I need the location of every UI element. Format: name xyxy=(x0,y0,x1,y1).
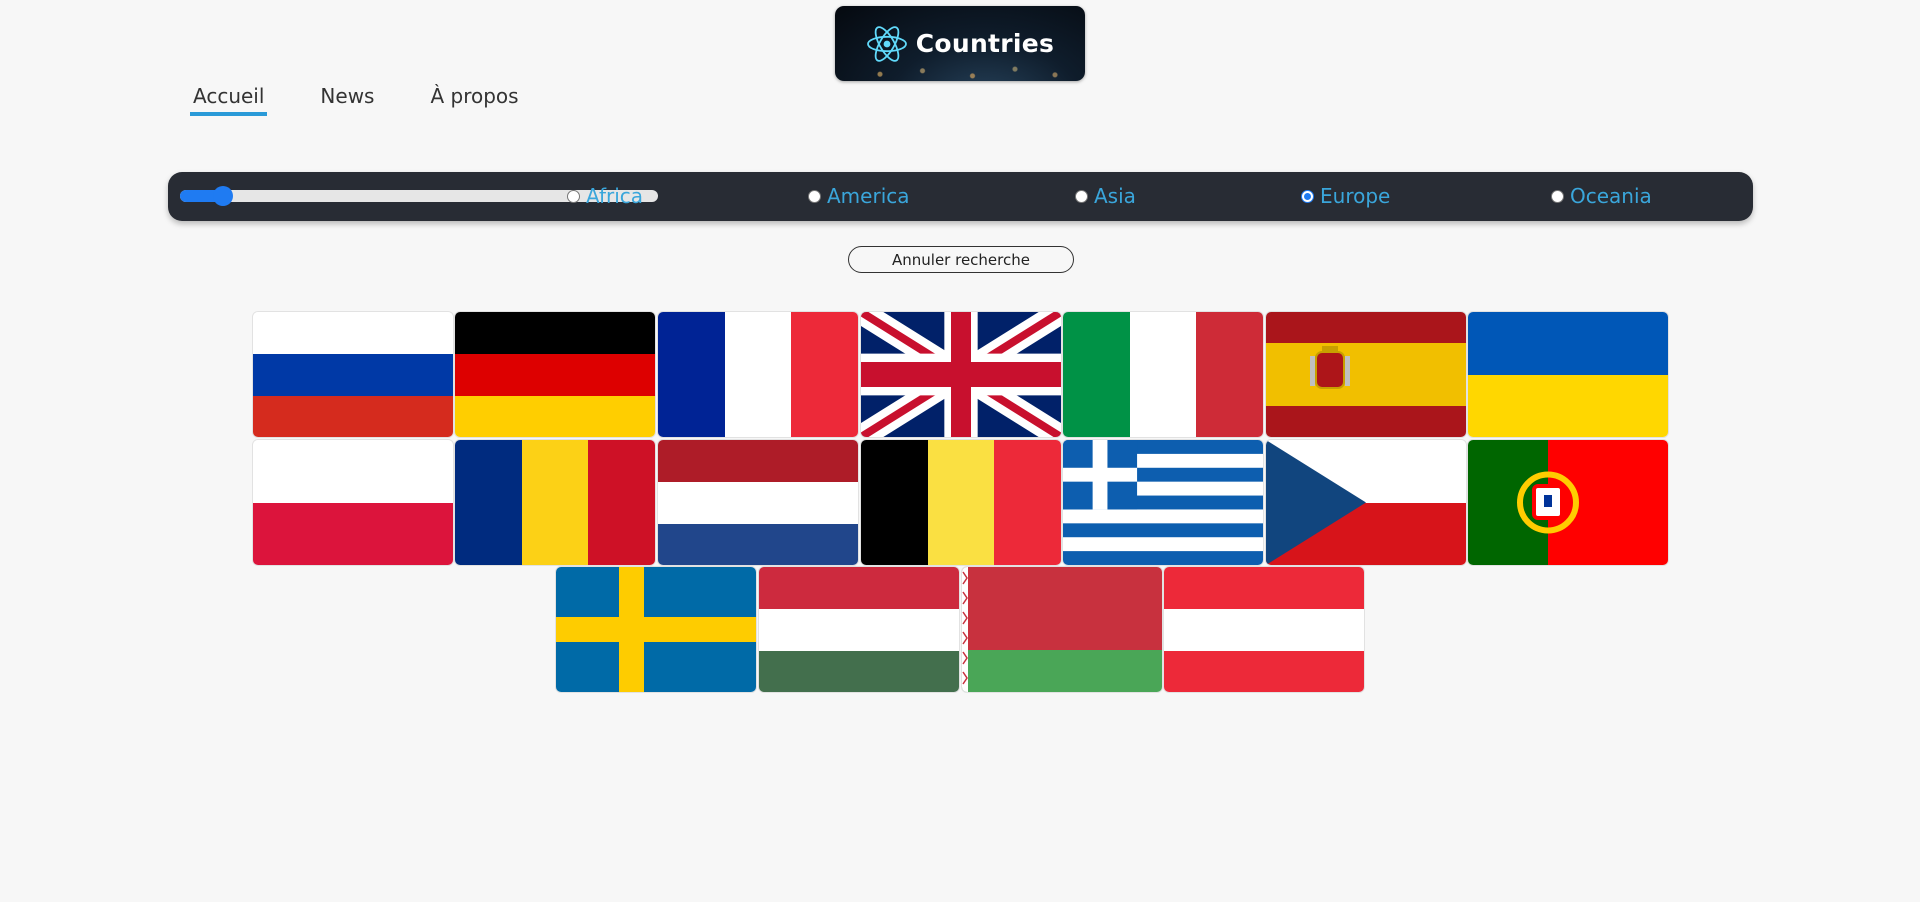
filter-bar: Africa America Asia Europe Oceania xyxy=(168,172,1753,221)
radio-oceania[interactable] xyxy=(1551,189,1564,203)
nav-link-news[interactable]: News xyxy=(317,84,377,116)
region-option-america[interactable]: America xyxy=(808,184,910,208)
logo-text: Countries xyxy=(915,29,1055,58)
cancel-search-button[interactable]: Annuler recherche xyxy=(848,246,1074,273)
region-option-europe[interactable]: Europe xyxy=(1301,184,1390,208)
flag-sweden[interactable] xyxy=(556,567,756,692)
flag-romania[interactable] xyxy=(455,440,655,565)
region-label-america: America xyxy=(827,184,910,208)
radio-africa[interactable] xyxy=(567,189,580,203)
flag-portugal[interactable] xyxy=(1468,440,1668,565)
logo: Countries xyxy=(835,6,1085,81)
flag-spain[interactable] xyxy=(1266,312,1466,437)
radio-europe[interactable] xyxy=(1301,189,1314,203)
flag-russia[interactable] xyxy=(253,312,453,437)
region-label-oceania: Oceania xyxy=(1570,184,1652,208)
flag-united-kingdom[interactable] xyxy=(861,312,1061,437)
flag-france[interactable] xyxy=(658,312,858,437)
flag-belarus[interactable] xyxy=(962,567,1162,692)
radio-asia[interactable] xyxy=(1075,189,1088,203)
flag-czechia[interactable] xyxy=(1266,440,1466,565)
region-label-asia: Asia xyxy=(1094,184,1136,208)
flag-greece[interactable] xyxy=(1063,440,1263,565)
nav-link-accueil[interactable]: Accueil xyxy=(190,84,268,116)
region-option-oceania[interactable]: Oceania xyxy=(1551,184,1652,208)
region-label-europe: Europe xyxy=(1320,184,1391,208)
flag-austria[interactable] xyxy=(1164,567,1364,692)
main-nav: Accueil News À propos xyxy=(190,84,522,116)
flag-belgium[interactable] xyxy=(861,440,1061,565)
flag-germany[interactable] xyxy=(455,312,655,437)
slider-thumb[interactable] xyxy=(213,186,234,206)
region-option-africa[interactable]: Africa xyxy=(567,184,643,208)
region-label-africa: Africa xyxy=(586,184,644,208)
react-atom-icon xyxy=(866,25,907,62)
nav-link-a-propos[interactable]: À propos xyxy=(427,84,521,116)
flag-poland[interactable] xyxy=(253,440,453,565)
flag-hungary[interactable] xyxy=(759,567,959,692)
flag-netherlands[interactable] xyxy=(658,440,858,565)
flag-italy[interactable] xyxy=(1063,312,1263,437)
radio-america[interactable] xyxy=(808,189,821,203)
region-option-asia[interactable]: Asia xyxy=(1075,184,1136,208)
flag-ukraine[interactable] xyxy=(1468,312,1668,437)
